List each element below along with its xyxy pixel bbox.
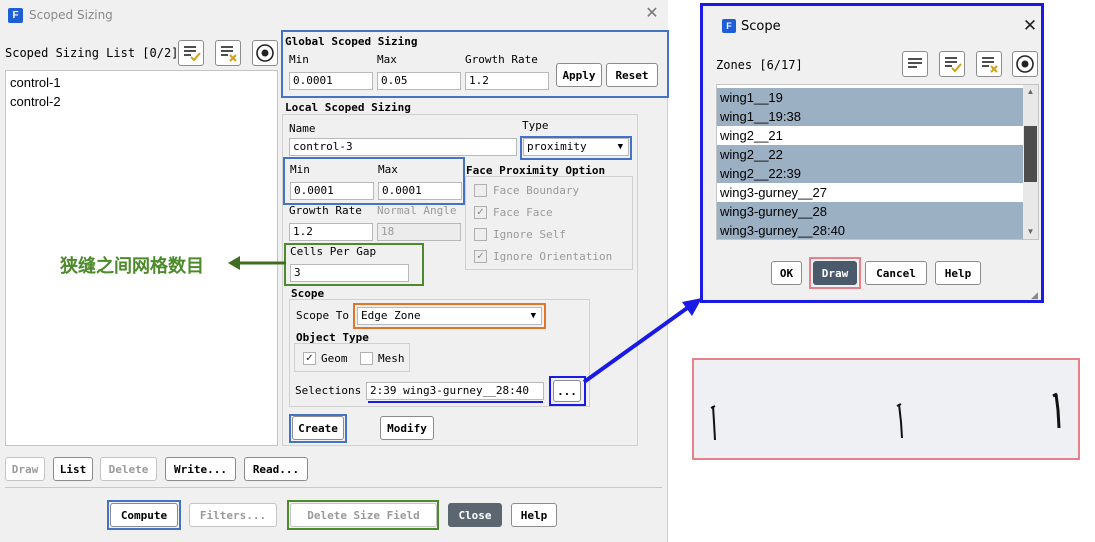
face-boundary-checkbox[interactable] [474, 184, 487, 197]
zones-target-button[interactable] [1012, 51, 1038, 77]
local-scoped-sizing-title: Local Scoped Sizing [285, 101, 411, 114]
close-button[interactable]: Close [448, 503, 502, 527]
draw-list-button[interactable]: Draw [5, 457, 45, 481]
filters-button[interactable]: Filters... [189, 503, 277, 527]
zone-item[interactable]: wing2__22:39 [717, 164, 1023, 183]
connector-arrow [582, 298, 702, 384]
resize-grip-icon[interactable]: ◢ [1031, 290, 1041, 300]
name-field[interactable]: control-3 [289, 138, 517, 156]
select-all-button[interactable] [178, 40, 204, 66]
scope-to-label: Scope To [296, 309, 349, 322]
scroll-thumb[interactable] [1024, 126, 1037, 182]
zones-select-all-button[interactable] [939, 51, 965, 77]
draw-highlight [809, 257, 861, 289]
selections-underline [368, 401, 543, 403]
app-icon: F [8, 8, 23, 23]
zone-item[interactable]: wing3-gurney__27 [717, 183, 1023, 202]
zones-deselect-all-button[interactable] [976, 51, 1002, 77]
target-button[interactable] [252, 40, 278, 66]
zones-list-rows: wing1__19 wing1__19:38 wing2__21 wing2__22 w… [717, 85, 1023, 239]
zones-list-button[interactable] [902, 51, 928, 77]
help-button[interactable]: Help [511, 503, 557, 527]
edge-preview-graphic [710, 392, 1061, 441]
ok-button[interactable]: OK [771, 261, 802, 285]
cancel-button[interactable]: Cancel [865, 261, 927, 285]
create-highlight [289, 414, 347, 443]
mesh-label: Mesh [378, 352, 405, 365]
selections-field[interactable]: 2:39 wing3-gurney__28:40 [366, 382, 544, 400]
preview-panel [692, 358, 1080, 460]
min-max-highlight [283, 157, 465, 205]
read-button[interactable]: Read... [244, 457, 308, 481]
selections-label: Selections [295, 384, 362, 397]
zone-item[interactable]: wing1__19 [717, 88, 1023, 107]
cells-per-gap-highlight [284, 243, 424, 286]
normal-angle-label: Normal Angle [377, 204, 457, 217]
target-icon [256, 44, 274, 62]
scope-to-highlight [353, 303, 546, 329]
scroll-down-icon[interactable]: ▼ [1023, 225, 1038, 239]
local-growth-field[interactable]: 1.2 [289, 223, 373, 241]
scope-help-button[interactable]: Help [935, 261, 981, 285]
ignore-self-label: Ignore Self [493, 228, 566, 241]
scope-dialog: F Scope ✕ Zones [6/17] wing1__19 wing1__… [700, 3, 1044, 303]
scope-dialog-title: Scope [741, 19, 781, 34]
scope-app-icon: F [722, 19, 736, 33]
ignore-self-checkbox[interactable] [474, 228, 487, 241]
modify-button[interactable]: Modify [380, 416, 434, 440]
zone-item[interactable]: wing3-gurney__28:40 [717, 221, 1023, 239]
zone-item[interactable]: wing2__22 [717, 145, 1023, 164]
list-item[interactable]: control-1 [10, 75, 61, 90]
face-face-checkbox[interactable]: ✓ [474, 206, 487, 219]
title-bar: F Scoped Sizing ✕ [0, 0, 668, 32]
close-icon[interactable]: ✕ [644, 6, 660, 22]
geom-checkbox[interactable]: ✓ [303, 352, 316, 365]
deselect-all-icon [982, 57, 998, 73]
deselect-all-icon [221, 46, 237, 62]
list-item[interactable]: control-2 [10, 94, 61, 109]
target-icon [1016, 55, 1034, 73]
footer-divider [5, 487, 662, 488]
annotation-label: 狭缝之间网格数目 [60, 256, 204, 277]
normal-angle-field: 18 [377, 223, 461, 241]
local-growth-label: Growth Rate [289, 204, 362, 217]
annotation-arrow [228, 256, 286, 270]
geom-label: Geom [321, 352, 348, 365]
mesh-checkbox[interactable] [360, 352, 373, 365]
write-button[interactable]: Write... [165, 457, 236, 481]
select-all-icon [184, 46, 201, 62]
ignore-orientation-label: Ignore Orientation [493, 250, 613, 263]
type-label: Type [522, 119, 549, 132]
ignore-orientation-checkbox[interactable]: ✓ [474, 250, 487, 263]
face-face-label: Face Face [493, 206, 553, 219]
delete-size-field-highlight [287, 500, 439, 530]
list-icon [908, 58, 922, 68]
type-highlight [520, 136, 632, 160]
list-button[interactable]: List [53, 457, 93, 481]
scroll-up-icon[interactable]: ▲ [1023, 85, 1038, 99]
zones-label: Zones [6/17] [716, 58, 803, 72]
zones-scrollbar[interactable]: ▲ ▼ [1023, 85, 1038, 239]
name-label: Name [289, 122, 316, 135]
zone-item[interactable]: wing3-gurney__28 [717, 202, 1023, 221]
compute-highlight [107, 500, 181, 530]
face-boundary-label: Face Boundary [493, 184, 580, 197]
zone-item[interactable]: wing1__19:38 [717, 107, 1023, 126]
deselect-all-button[interactable] [215, 40, 241, 66]
scoped-sizing-list-label: Scoped Sizing List [0/2] [5, 46, 179, 60]
zone-item[interactable]: wing2__21 [717, 126, 1023, 145]
zones-list[interactable]: wing1__19 wing1__19:38 wing2__21 wing2__22 w… [716, 84, 1039, 240]
global-highlight [281, 30, 669, 98]
window-title: Scoped Sizing [29, 8, 113, 22]
delete-button[interactable]: Delete [100, 457, 157, 481]
select-all-icon [945, 57, 962, 73]
close-icon[interactable]: ✕ [1021, 17, 1039, 35]
